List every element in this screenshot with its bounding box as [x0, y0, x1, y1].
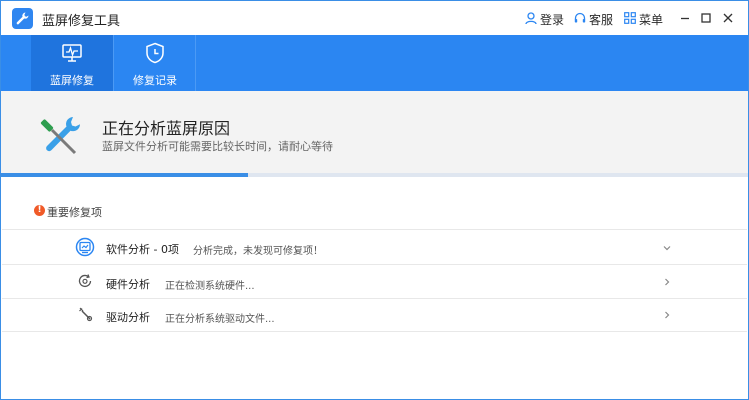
- list-divider: [2, 331, 747, 332]
- close-icon: [723, 13, 733, 23]
- analysis-status-panel: 正在分析蓝屏原因 蓝屏文件分析可能需要比较长时间，请耐心等待: [1, 91, 748, 173]
- driver-icon: [79, 307, 93, 322]
- menu-label: 菜单: [639, 13, 664, 27]
- wrench-logo-icon: [12, 8, 33, 29]
- hardware-icon: [78, 274, 92, 288]
- title-bar: 蓝屏修复工具 登录 客服 菜单: [1, 1, 748, 35]
- list-item-software-analysis[interactable]: 软件分析 - 0项 分析完成，未发现可修复项！: [2, 229, 747, 264]
- item-name: 驱动分析: [106, 311, 150, 324]
- item-status: 正在检测系统硬件...: [165, 281, 255, 292]
- login-label: 登录: [540, 13, 565, 27]
- tab-repair-history[interactable]: 修复记录: [114, 35, 196, 91]
- chevron-down-icon[interactable]: [662, 243, 672, 253]
- chevron-right-icon[interactable]: [662, 310, 672, 320]
- main-toolbar: 蓝屏修复 修复记录: [1, 35, 748, 91]
- chevron-right-icon[interactable]: [662, 277, 672, 287]
- section-title: 重要修复项: [47, 206, 102, 219]
- status-title: 正在分析蓝屏原因: [102, 119, 231, 138]
- list-item-driver-analysis[interactable]: 驱动分析 正在分析系统驱动文件...: [2, 298, 747, 331]
- monitor-icon: [62, 44, 82, 62]
- warning-icon: !: [34, 205, 45, 216]
- toolbar-divider: [195, 35, 196, 91]
- analysis-progress-bar: [1, 173, 748, 177]
- customer-service-label: 客服: [589, 13, 614, 27]
- list-item-hardware-analysis[interactable]: 硬件分析 正在检测系统硬件...: [2, 264, 747, 298]
- tab-bluescreen-repair-label: 蓝屏修复: [50, 74, 94, 87]
- grid-menu-icon: [624, 12, 636, 24]
- app-title: 蓝屏修复工具: [42, 14, 121, 29]
- tab-bluescreen-repair[interactable]: 蓝屏修复: [31, 35, 113, 91]
- maximize-button[interactable]: [697, 9, 715, 27]
- software-icon: [75, 237, 95, 257]
- status-subtitle: 蓝屏文件分析可能需要比较长时间，请耐心等待: [102, 140, 333, 153]
- item-name: 软件分析 - 0项: [106, 243, 179, 256]
- app-window: 蓝屏修复工具 登录 客服 菜单 蓝屏修复 修复记录 正在分析蓝屏原因 蓝屏文件分…: [0, 0, 749, 400]
- minimize-icon: [681, 17, 689, 20]
- analysis-progress-fill: [1, 173, 248, 177]
- item-status: 正在分析系统驱动文件...: [165, 314, 275, 325]
- user-icon: [525, 12, 537, 25]
- repair-tools-icon: [40, 117, 80, 155]
- item-name: 硬件分析: [106, 278, 150, 291]
- clock-shield-icon: [146, 42, 164, 64]
- maximize-icon: [701, 13, 711, 23]
- minimize-button[interactable]: [676, 9, 694, 27]
- item-status: 分析完成，未发现可修复项！: [193, 246, 323, 257]
- headset-icon: [574, 12, 586, 23]
- close-button[interactable]: [719, 9, 737, 27]
- tab-repair-history-label: 修复记录: [133, 74, 177, 87]
